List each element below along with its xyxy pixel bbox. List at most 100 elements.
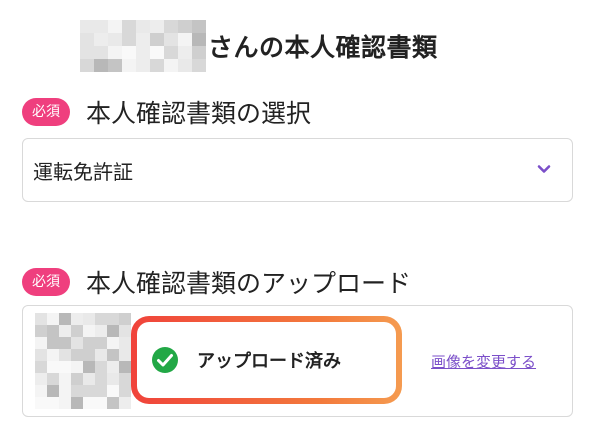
- mosaic-cell: [59, 313, 71, 325]
- mosaic-cell: [108, 59, 122, 72]
- mosaic-cell: [35, 373, 47, 385]
- document-type-select[interactable]: 運転免許証: [22, 138, 573, 202]
- mosaic-cell: [136, 59, 150, 72]
- mosaic-cell: [94, 59, 108, 72]
- mosaic-cell: [95, 313, 107, 325]
- document-thumbnail: [35, 313, 131, 409]
- mosaic-cell: [178, 20, 192, 33]
- mosaic-cell: [71, 337, 83, 349]
- mosaic-cell: [164, 33, 178, 46]
- mosaic-cell: [35, 361, 47, 373]
- mosaic-cell: [122, 46, 136, 59]
- mosaic-cell: [94, 20, 108, 33]
- mosaic-cell: [192, 46, 206, 59]
- mosaic-cell: [108, 33, 122, 46]
- mosaic-cell: [95, 373, 107, 385]
- change-image-link[interactable]: 画像を変更する: [431, 351, 536, 372]
- upload-status: アップロード済み: [137, 322, 396, 398]
- user-name-mosaic: [80, 20, 206, 72]
- mosaic-cell: [35, 313, 47, 325]
- mosaic-cell: [119, 397, 131, 409]
- mosaic-cell: [150, 33, 164, 46]
- mosaic-cell: [83, 325, 95, 337]
- mosaic-cell: [192, 33, 206, 46]
- mosaic-cell: [150, 59, 164, 72]
- mosaic-cell: [119, 313, 131, 325]
- mosaic-cell: [150, 46, 164, 59]
- mosaic-cell: [47, 313, 59, 325]
- mosaic-cell: [47, 361, 59, 373]
- upload-status-text: アップロード済み: [197, 351, 341, 372]
- mosaic-cell: [59, 385, 71, 397]
- mosaic-cell: [107, 397, 119, 409]
- mosaic-cell: [122, 59, 136, 72]
- mosaic-cell: [164, 20, 178, 33]
- mosaic-cell: [107, 373, 119, 385]
- mosaic-cell: [83, 373, 95, 385]
- mosaic-cell: [59, 373, 71, 385]
- mosaic-cell: [178, 59, 192, 72]
- document-upload-label-text: 本人確認書類のアップロード: [86, 269, 412, 298]
- mosaic-cell: [35, 325, 47, 337]
- mosaic-cell: [71, 361, 83, 373]
- mosaic-cell: [47, 325, 59, 337]
- mosaic-cell: [164, 59, 178, 72]
- chevron-down-icon: [537, 165, 551, 173]
- document-type-value: 運転免許証: [33, 159, 133, 184]
- mosaic-cell: [107, 385, 119, 397]
- mosaic-cell: [47, 373, 59, 385]
- mosaic-cell: [119, 373, 131, 385]
- mosaic-cell: [122, 33, 136, 46]
- mosaic-cell: [94, 46, 108, 59]
- mosaic-cell: [107, 313, 119, 325]
- mosaic-cell: [136, 46, 150, 59]
- mosaic-cell: [80, 46, 94, 59]
- mosaic-cell: [59, 337, 71, 349]
- mosaic-cell: [47, 397, 59, 409]
- mosaic-cell: [59, 349, 71, 361]
- upload-box: アップロード済み 画像を変更する: [22, 305, 573, 417]
- mosaic-cell: [107, 337, 119, 349]
- mosaic-cell: [94, 33, 108, 46]
- mosaic-cell: [95, 337, 107, 349]
- mosaic-cell: [59, 361, 71, 373]
- mosaic-cell: [71, 349, 83, 361]
- check-circle-icon: [152, 347, 178, 373]
- mosaic-cell: [164, 46, 178, 59]
- required-badge: 必須: [22, 268, 70, 296]
- title-text: さんの本人確認書類: [208, 33, 438, 62]
- mosaic-cell: [35, 337, 47, 349]
- mosaic-cell: [95, 349, 107, 361]
- mosaic-cell: [83, 397, 95, 409]
- mosaic-cell: [35, 349, 47, 361]
- mosaic-cell: [80, 59, 94, 72]
- mosaic-cell: [178, 46, 192, 59]
- page-title: さんの本人確認書類: [80, 20, 438, 72]
- mosaic-cell: [108, 46, 122, 59]
- mosaic-cell: [83, 337, 95, 349]
- mosaic-cell: [119, 349, 131, 361]
- mosaic-cell: [107, 325, 119, 337]
- mosaic-cell: [107, 349, 119, 361]
- mosaic-cell: [136, 20, 150, 33]
- required-badge: 必須: [22, 98, 70, 126]
- document-upload-label: 必須 本人確認書類のアップロード: [22, 264, 411, 300]
- mosaic-cell: [95, 385, 107, 397]
- mosaic-cell: [192, 20, 206, 33]
- mosaic-cell: [47, 337, 59, 349]
- mosaic-cell: [71, 313, 83, 325]
- upload-status-frame: アップロード済み: [131, 316, 402, 404]
- mosaic-cell: [122, 20, 136, 33]
- document-type-label: 必須 本人確認書類の選択: [22, 94, 311, 130]
- mosaic-cell: [150, 20, 164, 33]
- mosaic-cell: [47, 385, 59, 397]
- mosaic-cell: [119, 325, 131, 337]
- mosaic-cell: [80, 20, 94, 33]
- mosaic-cell: [119, 385, 131, 397]
- mosaic-cell: [83, 385, 95, 397]
- mosaic-cell: [71, 397, 83, 409]
- mosaic-cell: [59, 397, 71, 409]
- mosaic-cell: [71, 325, 83, 337]
- mosaic-cell: [119, 337, 131, 349]
- mosaic-cell: [83, 313, 95, 325]
